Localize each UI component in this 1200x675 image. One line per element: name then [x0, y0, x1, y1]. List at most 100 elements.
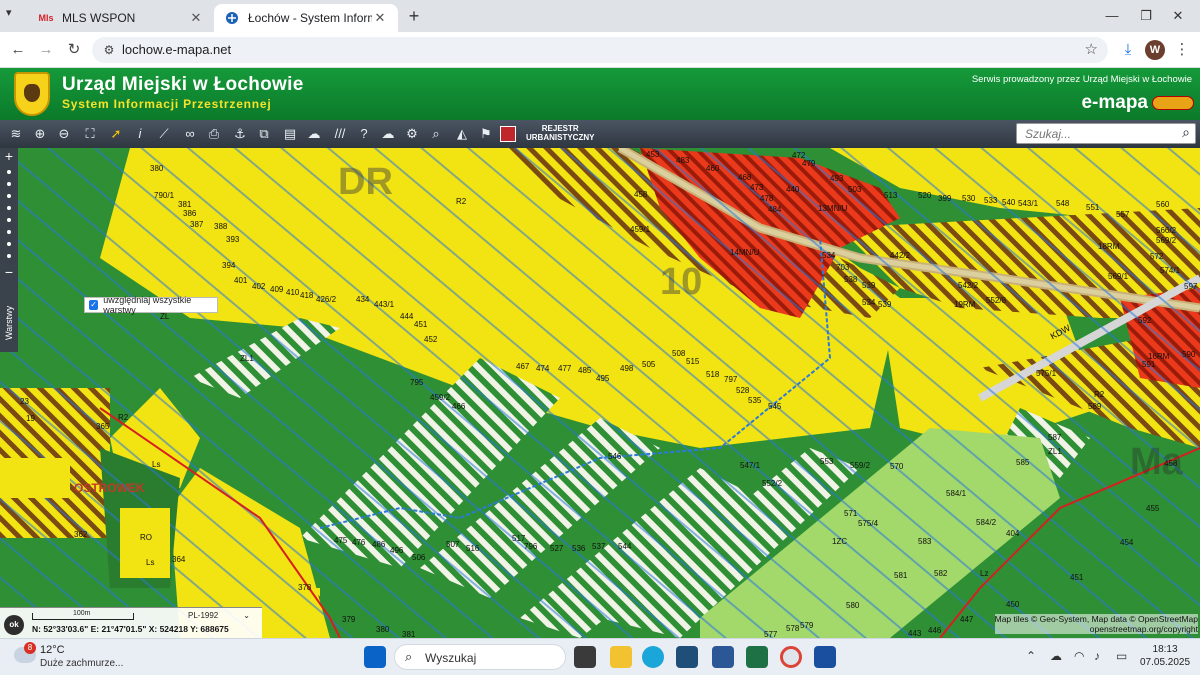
export-icon[interactable]: ⧉ — [254, 124, 274, 144]
chrome-icon[interactable] — [780, 646, 802, 668]
parcel-label: Ls — [152, 460, 161, 469]
link-icon[interactable]: ∞ — [180, 124, 200, 144]
tab-search-icon[interactable]: ▾ — [6, 6, 22, 26]
reload-icon[interactable]: ↻ — [62, 38, 86, 62]
map-toolbar: ≋ ⊕ ⊖ ⛶ ➚ i ⟋ ∞ ⎙ ⚓ ⧉ ▤ ☁ /// ? ☁ ⚙ ⌕ ◭ … — [0, 120, 1200, 148]
cloud-upload-icon[interactable]: ☁ — [378, 124, 398, 144]
parcel-label: 16RM — [1148, 352, 1170, 361]
find-icon[interactable]: ⌕ — [426, 124, 446, 144]
zoom-step[interactable] — [7, 170, 11, 174]
close-tab-icon[interactable]: ✕ — [372, 10, 388, 26]
parcel-label: 442/2 — [890, 251, 911, 260]
ok-button[interactable]: ok — [4, 615, 24, 635]
parcel-label: 543/1 — [1018, 199, 1039, 208]
parcel-label: 404 — [1006, 529, 1020, 538]
help-icon[interactable]: ? — [354, 124, 374, 144]
parcel-label: 452 — [424, 335, 438, 344]
zoom-step[interactable] — [7, 218, 11, 222]
layers-icon[interactable]: ≋ — [6, 124, 26, 144]
parcel-label: 444 — [400, 312, 414, 321]
parcel-label: 516 — [466, 544, 480, 553]
zoom-step[interactable] — [7, 206, 11, 210]
tools-icon[interactable]: ⚑ — [476, 124, 496, 144]
hatch-icon[interactable]: /// — [330, 124, 350, 144]
zoom-step[interactable] — [7, 194, 11, 198]
store-icon[interactable] — [676, 646, 698, 668]
file-explorer-icon[interactable] — [610, 646, 632, 668]
zoom-minus-icon[interactable]: − — [0, 264, 18, 280]
edge-icon[interactable] — [642, 646, 664, 668]
task-view-icon[interactable] — [574, 646, 596, 668]
back-arrow-icon[interactable]: ← — [6, 38, 30, 62]
parcel-label: 703 — [836, 263, 850, 272]
close-window-button[interactable]: ✕ — [1156, 4, 1200, 28]
map-search-input[interactable]: Szukaj... ⌕ — [1016, 123, 1196, 144]
chevron-up-icon[interactable]: ⌃ — [1026, 649, 1036, 663]
taskbar-search[interactable]: ⌕ Wyszukaj — [394, 644, 566, 670]
crs-select[interactable]: PL-1992 ⌄ — [188, 611, 250, 623]
zoom-in-icon[interactable]: ⊕ — [30, 124, 50, 144]
network-share-icon[interactable]: ☁ — [1050, 649, 1062, 663]
osm-copyright-link[interactable]: openstreetmap.org/copyright — [995, 624, 1198, 634]
wifi-icon[interactable]: ◠ — [1074, 649, 1084, 663]
layout-icon[interactable]: ▤ — [280, 124, 300, 144]
weather-temperature[interactable]: 12°C — [40, 644, 65, 656]
excel-icon[interactable] — [746, 646, 768, 668]
bookmark-star-icon[interactable]: ☆ — [1085, 40, 1098, 58]
layers-panel-tab[interactable]: Warstwy — [0, 294, 18, 352]
windows-start-icon[interactable] — [364, 646, 386, 668]
volume-icon[interactable]: ♪ — [1094, 649, 1100, 663]
settings-icon[interactable]: ⚙ — [402, 124, 422, 144]
zoom-plus-icon[interactable]: + — [0, 148, 18, 164]
zoom-extent-icon[interactable]: ⛶ — [80, 124, 100, 144]
parcel-label: 458 — [1164, 459, 1178, 468]
register-label-1: REJESTR — [541, 124, 579, 133]
download-icon[interactable]: ⚓ — [230, 124, 250, 144]
url-text[interactable]: lochow.e-mapa.net — [122, 42, 231, 57]
parcel-label: 560 — [1156, 200, 1170, 209]
profile-avatar[interactable]: W — [1145, 40, 1165, 60]
parcel-label: 569/1 — [1108, 272, 1129, 281]
checkbox-checked-icon[interactable]: ✓ — [89, 300, 99, 310]
weather-condition[interactable]: Duże zachmurze... — [40, 658, 123, 669]
download-icon[interactable]: ⤓ — [1116, 38, 1140, 62]
parcel-label: 571 — [844, 509, 858, 518]
map-canvas[interactable]: DR 10 OSTROWEK KDW Ma 453 483 460 468 47… — [0, 148, 1200, 638]
zoom-step[interactable] — [7, 182, 11, 186]
info-icon[interactable]: i — [130, 124, 150, 144]
close-tab-icon[interactable]: ✕ — [188, 10, 204, 26]
compare-icon[interactable]: ◭ — [452, 124, 472, 144]
print-icon[interactable]: ⎙ — [204, 124, 224, 144]
zoom-step[interactable] — [7, 242, 11, 246]
scale-label: 100m — [73, 610, 91, 617]
battery-icon[interactable]: ▭ — [1116, 649, 1127, 663]
remote-app-icon[interactable] — [814, 646, 836, 668]
site-info-icon[interactable]: ⚙ — [100, 41, 118, 59]
comment-icon[interactable]: ☁ — [304, 124, 324, 144]
geosystem-logo-icon — [1152, 96, 1194, 110]
forward-arrow-icon[interactable]: → — [34, 38, 58, 62]
clock-time: 18:13 — [1152, 644, 1178, 655]
tab-lochow[interactable]: Łochów - System Informacji Przestrzennej… — [214, 4, 398, 32]
parcel-label: R2 — [456, 197, 467, 206]
measure-icon[interactable]: ⟋ — [154, 124, 174, 144]
address-bar[interactable]: ⚙ lochow.e-mapa.net ☆ — [92, 37, 1108, 63]
zoom-step[interactable] — [7, 230, 11, 234]
word-icon[interactable] — [712, 646, 734, 668]
parcel-label: 507 — [446, 540, 460, 549]
zoom-out-icon[interactable]: ⊖ — [54, 124, 74, 144]
site-title: Urząd Miejski w Łochowie — [62, 74, 304, 95]
new-tab-button[interactable]: + — [404, 6, 424, 26]
parcel-label: 409 — [270, 285, 284, 294]
zoom-step[interactable] — [7, 254, 11, 258]
parcel-label: 589 — [1088, 402, 1102, 411]
register-button[interactable]: REJESTR URBANISTYCZNY — [526, 124, 594, 142]
mpzp-icon[interactable] — [500, 126, 516, 142]
search-icon[interactable]: ⌕ — [1182, 124, 1190, 141]
pointer-icon[interactable]: ➚ — [106, 124, 126, 144]
menu-kebab-icon[interactable]: ⋮ — [1170, 38, 1194, 62]
tab-mls-wspon[interactable]: Mls MLS WSPON ✕ — [28, 4, 214, 32]
clock[interactable]: 18:13 07.05.2025 — [1140, 643, 1190, 669]
parcel-label: 434 — [356, 295, 370, 304]
all-layers-checkbox[interactable]: ✓ uwzględniaj wszystkie warstwy — [84, 295, 218, 315]
